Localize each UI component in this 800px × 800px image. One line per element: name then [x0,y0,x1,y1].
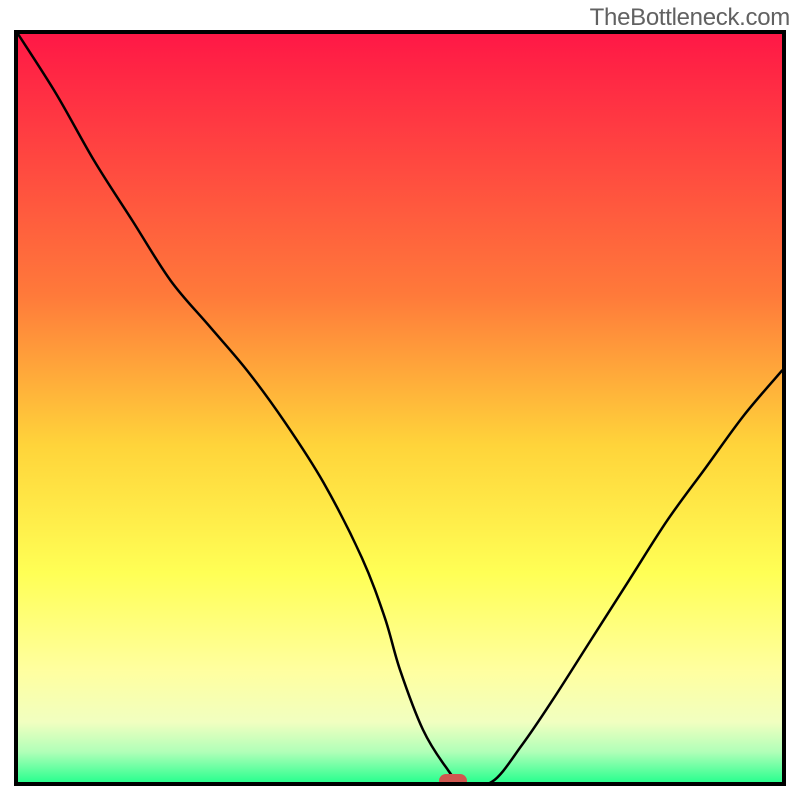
bottleneck-curve-path [18,34,782,782]
bottleneck-marker [439,774,467,786]
chart-frame [14,30,786,786]
watermark-text: TheBottleneck.com [590,4,790,32]
chart-curve [18,34,782,782]
